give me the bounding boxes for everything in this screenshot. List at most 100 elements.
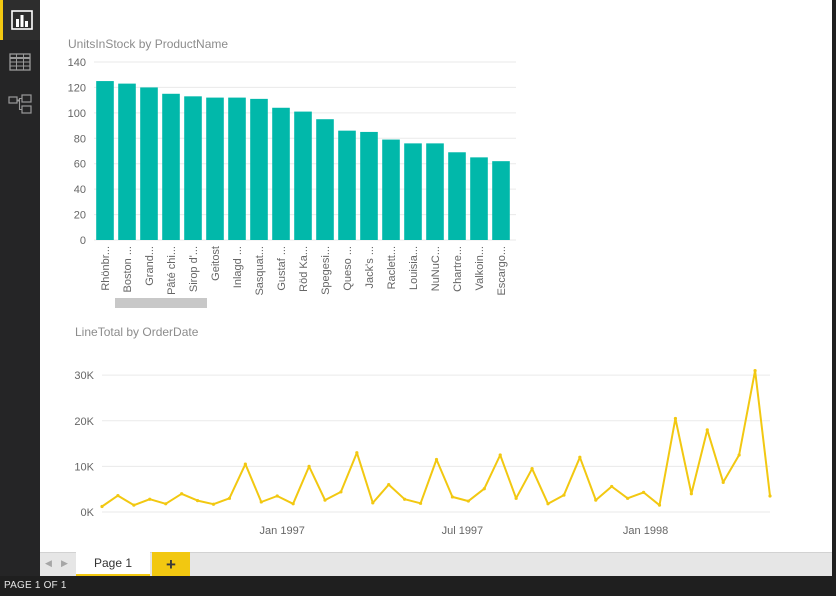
data-point[interactable] (227, 496, 232, 500)
x-tick-label: Queso ... (342, 246, 354, 291)
bar[interactable] (272, 107, 290, 240)
data-point[interactable] (514, 496, 518, 500)
data-point[interactable] (466, 499, 470, 503)
x-tick-label: Valkoin... (474, 246, 486, 290)
bar[interactable] (338, 130, 356, 240)
data-point[interactable] (275, 494, 279, 498)
data-point[interactable] (387, 483, 391, 487)
data-point[interactable] (689, 492, 693, 496)
tab-page-1[interactable]: Page 1 (76, 552, 150, 577)
y-tick-label: 20 (74, 210, 86, 222)
data-point[interactable] (339, 490, 343, 494)
data-point[interactable] (307, 464, 311, 468)
y-tick-label: 30K (74, 370, 94, 382)
bar[interactable] (96, 81, 114, 240)
bar[interactable] (250, 98, 268, 240)
data-point[interactable] (737, 453, 741, 457)
bar[interactable] (470, 157, 488, 240)
data-point[interactable] (753, 368, 757, 373)
data-point[interactable] (355, 451, 359, 455)
data-point[interactable] (323, 498, 327, 502)
data-point[interactable] (434, 457, 439, 462)
data-point[interactable] (578, 455, 582, 459)
data-point[interactable] (164, 502, 168, 506)
data-point[interactable] (195, 498, 200, 503)
data-point[interactable] (116, 493, 120, 498)
bar[interactable] (426, 143, 444, 240)
x-tick-label: Escargo... (496, 246, 508, 296)
data-point[interactable] (371, 501, 375, 505)
x-tick-label: Rhönbr... (100, 246, 112, 291)
x-tick-label: Jan 1998 (623, 525, 668, 537)
data-point[interactable] (546, 502, 550, 506)
data-point[interactable] (450, 495, 455, 499)
y-tick-label: 140 (68, 57, 86, 69)
bar[interactable] (382, 139, 400, 240)
relationships-view-button[interactable] (0, 84, 40, 124)
y-tick-label: 10K (74, 461, 94, 473)
data-point[interactable] (641, 490, 646, 494)
data-point[interactable] (498, 453, 502, 457)
data-point[interactable] (259, 500, 263, 504)
data-point[interactable] (721, 480, 725, 484)
relationships-icon (8, 94, 32, 114)
bar[interactable] (118, 83, 136, 240)
data-point[interactable] (403, 497, 407, 501)
data-point[interactable] (530, 467, 534, 471)
data-point[interactable] (482, 487, 486, 491)
line-total-series[interactable] (101, 369, 771, 508)
bar[interactable] (140, 87, 158, 240)
right-edge-strip (832, 0, 836, 576)
y-tick-label: 100 (68, 108, 86, 120)
data-point[interactable] (132, 503, 136, 507)
data-point[interactable] (291, 502, 295, 506)
x-tick-label: Sirop d'... (188, 246, 200, 292)
next-page-arrow-icon[interactable]: ▶ (61, 558, 68, 569)
data-point[interactable] (148, 497, 152, 501)
bar[interactable] (492, 161, 510, 240)
data-point[interactable] (673, 416, 678, 421)
horizontal-scrollbar[interactable] (115, 298, 207, 308)
report-view-button[interactable] (0, 0, 40, 40)
bar[interactable] (316, 119, 334, 240)
data-point[interactable] (180, 492, 184, 496)
units-in-stock-bar-chart[interactable]: 0 20 40 60 80 100 120 140 Rhönbr... Boston ... Gra… (60, 52, 520, 314)
status-bar: PAGE 1 OF 1 (0, 576, 836, 596)
y-tick-label: 0 (80, 235, 86, 247)
data-point[interactable] (594, 498, 598, 502)
add-page-button[interactable]: + (152, 552, 190, 577)
data-point[interactable] (610, 484, 614, 489)
data-point[interactable] (705, 428, 709, 432)
data-point[interactable] (211, 502, 216, 506)
bar-chart-icon (10, 10, 33, 30)
data-point[interactable] (657, 503, 662, 507)
report-canvas: UnitsInStock by ProductName 0 20 40 60 80 100… (40, 0, 832, 552)
left-nav-rail (0, 0, 40, 576)
bar[interactable] (228, 97, 246, 240)
data-point[interactable] (418, 501, 423, 505)
x-tick-label: Pâté chi... (166, 246, 178, 295)
bar[interactable] (184, 96, 202, 240)
y-tick-label: 120 (68, 82, 86, 94)
bar[interactable] (448, 152, 466, 240)
bar[interactable] (162, 93, 180, 241)
line-total-line-chart[interactable]: 0K 10K 20K 30K Jan 1997 Jul 1997 Jan 1998 (60, 360, 780, 545)
data-point[interactable] (626, 496, 630, 500)
bar-chart-title: UnitsInStock by ProductName (68, 37, 229, 51)
bar[interactable] (360, 131, 378, 240)
x-tick-label: Louisia... (408, 246, 420, 290)
bar[interactable] (206, 97, 224, 240)
prev-page-arrow-icon[interactable]: ◀ (45, 558, 52, 569)
page-indicator: PAGE 1 OF 1 (4, 580, 67, 591)
bar[interactable] (404, 143, 422, 240)
y-tick-label: 40 (74, 184, 86, 196)
x-tick-label: Raclett... (386, 246, 398, 289)
data-point[interactable] (100, 504, 104, 509)
x-tick-label: Grand... (144, 246, 156, 286)
bar[interactable] (294, 111, 312, 240)
data-point[interactable] (768, 494, 772, 498)
data-view-button[interactable] (0, 42, 40, 82)
x-tick-label: Boston ... (122, 246, 134, 292)
data-point[interactable] (243, 462, 247, 466)
data-point[interactable] (562, 493, 566, 497)
